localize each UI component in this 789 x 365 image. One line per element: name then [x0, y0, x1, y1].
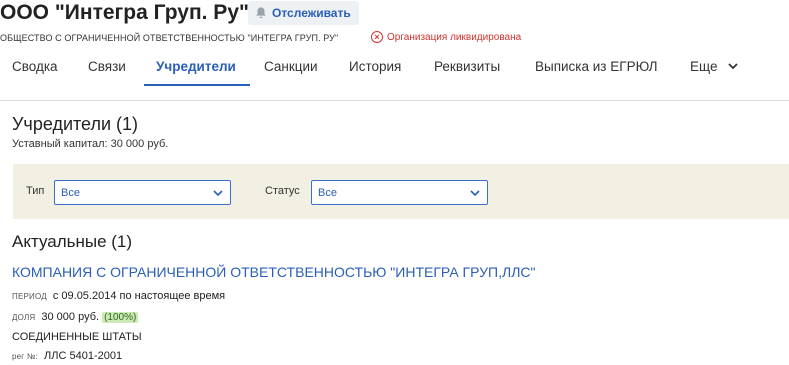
founder-reg-number: рег №: ЛЛС 5401-2001: [12, 350, 122, 362]
share-label: доля: [12, 313, 36, 322]
tab-summary[interactable]: Сводка: [12, 52, 58, 86]
status-select[interactable]: Все: [311, 180, 488, 205]
tab-founders[interactable]: Учредители: [144, 52, 250, 86]
tab-history[interactable]: История: [349, 52, 401, 86]
chevron-down-icon: [728, 63, 738, 70]
bell-icon: [256, 7, 266, 19]
chevron-down-icon: [470, 189, 480, 196]
company-full-name: ОБЩЕСТВО С ОГРАНИЧЕННОЙ ОТВЕТСТВЕННОСТЬЮ…: [0, 33, 339, 43]
founder-period: период с 09.05.2014 по настоящее время: [12, 290, 225, 302]
status-text: Организация ликвидирована: [387, 31, 522, 43]
filter-panel: Тип Все Статус Все: [13, 164, 789, 219]
type-filter-label: Тип: [26, 185, 45, 197]
tab-bar: Сводка Связи Учредители Санкции История …: [0, 52, 789, 86]
status-filter-label: Статус: [265, 185, 300, 197]
founder-country: СОЕДИНЕННЫЕ ШТАТЫ: [12, 331, 142, 343]
period-label: период: [12, 292, 47, 301]
founder-name-link[interactable]: КОМПАНИЯ С ОГРАНИЧЕННОЙ ОТВЕТСТВЕННОСТЬЮ…: [12, 264, 535, 280]
page-header: ООО "Интегра Груп. Ру" Отслеживать ОБЩЕС…: [0, 0, 789, 101]
follow-button-label: Отслеживать: [272, 6, 351, 20]
founders-title: Учредители (1): [12, 114, 139, 134]
founder-share: доля 30 000 руб. (100%): [12, 311, 139, 323]
period-value: с 09.05.2014 по настоящее время: [52, 290, 226, 302]
tab-requisites[interactable]: Реквизиты: [434, 52, 500, 86]
status-select-value: Все: [318, 186, 337, 199]
tab-more-label: Еще: [690, 59, 718, 74]
follow-button[interactable]: Отслеживать: [248, 1, 359, 25]
status-badge: × Организация ликвидирована: [371, 31, 521, 43]
type-select[interactable]: Все: [54, 180, 231, 205]
authorized-capital: Уставный капитал: 30 000 руб.: [12, 138, 169, 150]
tab-egrul-extract[interactable]: Выписка из ЕГРЮЛ: [535, 52, 657, 86]
close-circle-icon: ×: [371, 31, 383, 43]
chevron-down-icon: [213, 189, 223, 196]
type-select-value: Все: [61, 186, 80, 199]
reg-label: рег №:: [12, 352, 39, 361]
tab-more[interactable]: Еще: [690, 52, 739, 86]
tab-links[interactable]: Связи: [88, 52, 126, 86]
reg-value: ЛЛС 5401-2001: [44, 350, 123, 362]
share-percent-badge: (100%): [102, 312, 139, 323]
company-title: ООО "Интегра Груп. Ру": [0, 1, 249, 24]
current-founders-title: Актуальные (1): [12, 232, 133, 251]
share-value: 30 000 руб.: [41, 311, 100, 323]
tab-sanctions[interactable]: Санкции: [264, 52, 318, 86]
